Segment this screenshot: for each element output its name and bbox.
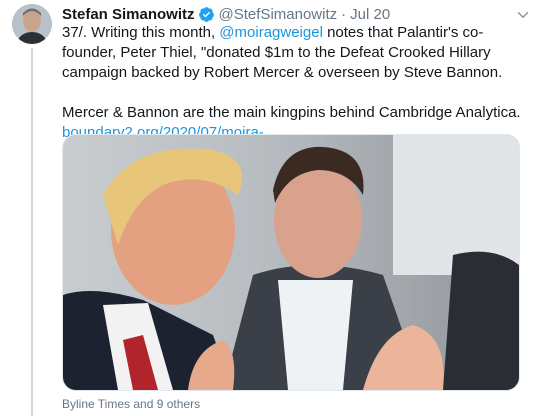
text-prefix: 37/. Writing this month, [62,24,220,41]
thread-line [31,48,33,416]
separator-dot: · [341,5,347,23]
avatar[interactable] [12,4,52,44]
avatar-image [12,4,52,44]
tweet-text: 37/. Writing this month, @moiragweigel n… [62,23,532,143]
tweet-photo[interactable] [62,134,520,391]
verified-badge-icon [198,6,215,23]
tweet-header: Stefan Simanowitz @StefSimanowitz · Jul … [62,4,390,24]
tweet: Stefan Simanowitz @StefSimanowitz · Jul … [0,0,546,416]
photo-image [63,135,519,390]
chevron-down-icon[interactable] [514,6,532,24]
display-name[interactable]: Stefan Simanowitz [62,6,195,23]
tweet-paragraph-2: Mercer & Bannon are the main kingpins be… [62,104,521,121]
tweet-paragraph-1: 37/. Writing this month, @moiragweigel n… [62,23,532,83]
author-handle[interactable]: @StefSimanowitz [219,6,338,23]
mention-link[interactable]: @moiragweigel [219,24,323,41]
liked-by-text[interactable]: Byline Times and 9 others [62,397,200,411]
tweet-date[interactable]: Jul 20 [350,6,390,23]
